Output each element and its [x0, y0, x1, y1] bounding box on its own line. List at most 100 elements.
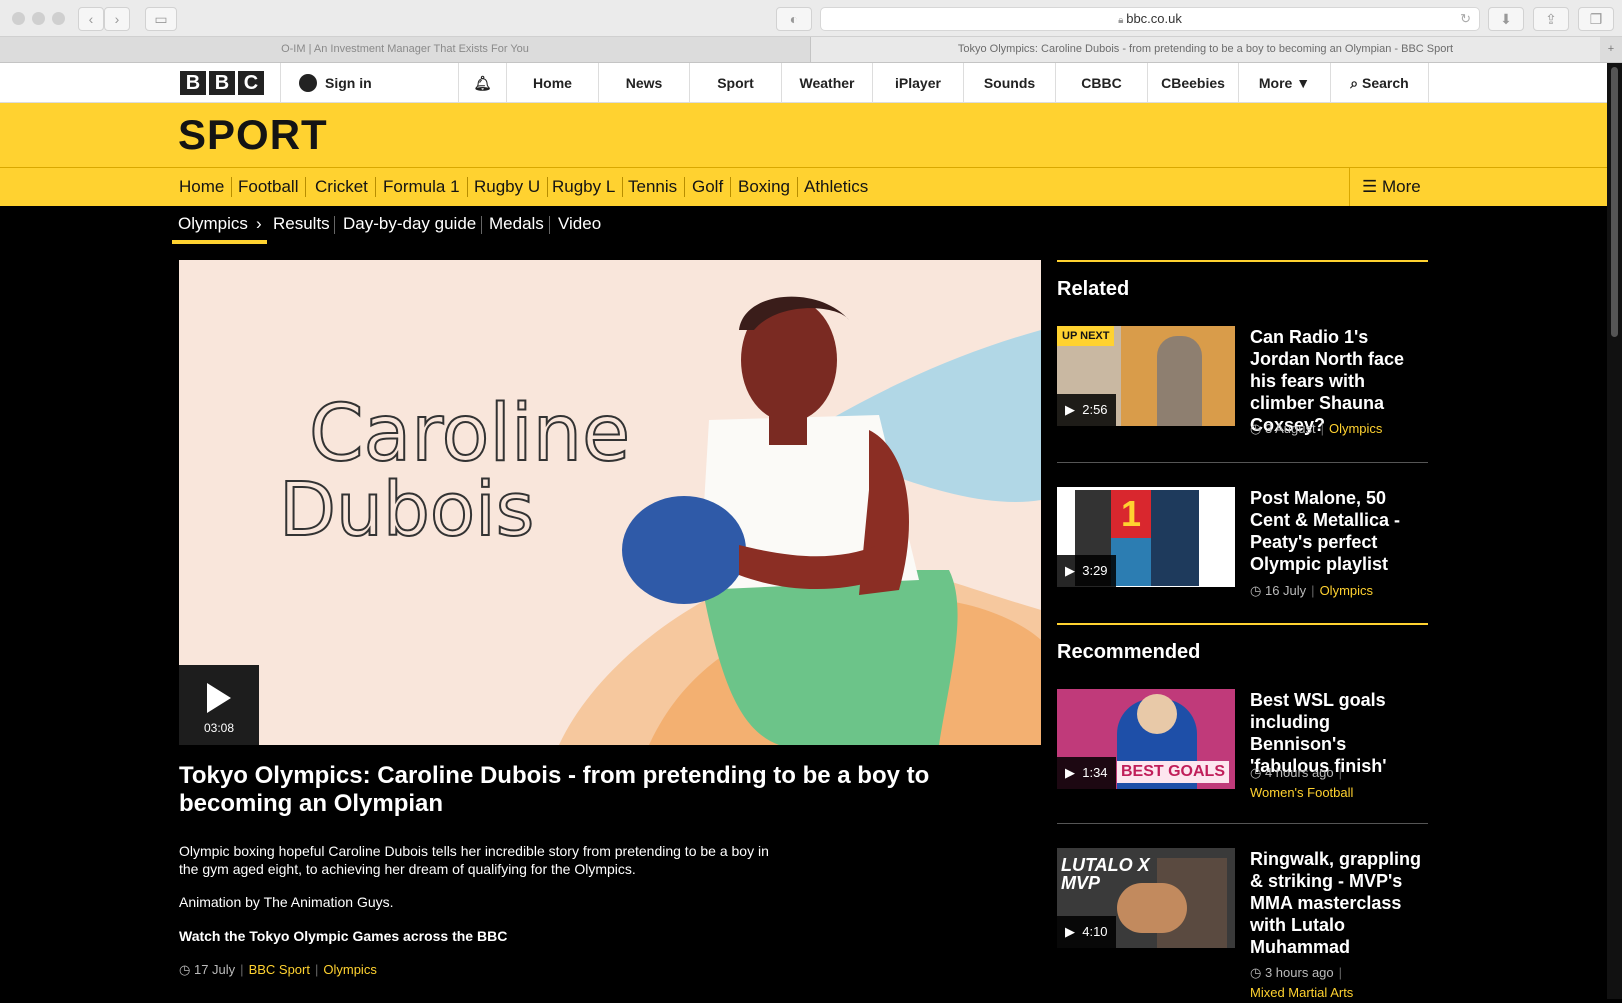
global-nav-cbbc[interactable]: CBBC: [1055, 63, 1147, 103]
clock-icon: ◷: [1250, 421, 1262, 436]
global-nav-iplayer[interactable]: iPlayer: [872, 63, 963, 103]
meta-tag[interactable]: Olympics: [1320, 583, 1373, 598]
duration-badge: ▶ 2:56: [1057, 394, 1116, 426]
sign-in-button[interactable]: Sign in: [280, 63, 458, 103]
article-meta: ◷ 17 July | BBC Sport | Olympics: [179, 962, 377, 977]
clock-icon: ◷: [1250, 765, 1262, 780]
recommended-thumb-1[interactable]: BEST GOALS ▶ 1:34: [1057, 689, 1235, 789]
sport-nav-rugby-league[interactable]: Rugby L: [545, 177, 624, 197]
meta-tag[interactable]: Mixed Martial Arts: [1250, 985, 1353, 1000]
global-nav-more[interactable]: More ▼: [1238, 63, 1330, 103]
section-divider: [1057, 623, 1428, 625]
url-text: bbc.co.uk: [1126, 11, 1182, 26]
subnav-medals[interactable]: Medals: [481, 214, 552, 234]
tab-label: Tokyo Olympics: Caroline Dubois - from p…: [957, 43, 1454, 55]
share-icon[interactable]: ⇪: [1533, 7, 1569, 31]
shield-icon[interactable]: ◐: [776, 7, 812, 31]
sport-nav: Home Football Cricket Formula 1 Rugby U …: [0, 168, 1607, 206]
global-nav-news[interactable]: News: [598, 63, 689, 103]
logo-letter: B: [180, 71, 206, 95]
related-heading: Related: [1057, 278, 1130, 300]
play-button[interactable]: 03:08: [179, 665, 259, 745]
reload-icon[interactable]: ↻: [1460, 8, 1471, 30]
sport-nav-tennis[interactable]: Tennis: [621, 177, 686, 197]
divider: [1057, 823, 1428, 824]
sport-nav-home[interactable]: Home: [172, 177, 233, 197]
bbc-logo[interactable]: B B C: [180, 71, 264, 95]
animation-credit: Animation by The Animation Guys.: [179, 894, 394, 910]
global-nav-home[interactable]: Home: [506, 63, 598, 103]
subnav-results[interactable]: Results: [265, 214, 338, 234]
minimize-window-icon[interactable]: [32, 12, 45, 25]
new-tab-icon[interactable]: +: [1600, 37, 1622, 62]
forward-icon[interactable]: ›: [104, 7, 130, 31]
clock-icon: ◷: [1250, 583, 1262, 598]
notifications-bell-icon[interactable]: 🔔︎: [458, 63, 506, 103]
meta-tag[interactable]: Olympics: [1329, 421, 1382, 436]
subnav-day-by-day[interactable]: Day-by-day guide: [335, 214, 484, 234]
sport-nav-football[interactable]: Football: [231, 177, 307, 197]
logo-letter: B: [209, 71, 235, 95]
meta-tag[interactable]: Women's Football: [1250, 785, 1353, 800]
duration-text: 1:34: [1082, 765, 1108, 780]
sport-nav-athletics[interactable]: Athletics: [797, 177, 875, 197]
play-icon: [207, 683, 231, 713]
active-subnav-indicator: [172, 240, 267, 244]
tabs-overview-icon[interactable]: ❐: [1578, 7, 1614, 31]
source-link[interactable]: BBC Sport: [249, 962, 310, 977]
divider: [1057, 462, 1428, 463]
sport-nav-rugby-union[interactable]: Rugby U: [467, 177, 549, 197]
duration-badge: ▶ 4:10: [1057, 916, 1116, 948]
related-title-1[interactable]: Can Radio 1's Jordan North face his fear…: [1250, 326, 1430, 436]
tab-bbc-sport[interactable]: Tokyo Olympics: Caroline Dubois - from p…: [810, 37, 1600, 62]
recommended-thumb-2[interactable]: LUTALO X MVP ▶ 4:10: [1057, 848, 1235, 948]
clock-icon: ◷: [179, 962, 191, 977]
browser-toolbar: ‹ › ▭ ◐ 🔒︎ bbc.co.uk ↻ ⬇ ⇪ ❐: [0, 0, 1622, 37]
search-button[interactable]: ⌕ Search: [1330, 63, 1429, 103]
global-nav-sport[interactable]: Sport: [689, 63, 781, 103]
related-title-2[interactable]: Post Malone, 50 Cent & Metallica - Peaty…: [1250, 487, 1430, 575]
related-thumb-1[interactable]: UP NEXT ▶ 2:56: [1057, 326, 1235, 426]
address-bar[interactable]: 🔒︎ bbc.co.uk ↻: [820, 7, 1480, 31]
duration-badge: ▶ 3:29: [1057, 555, 1116, 587]
watch-olympics-link[interactable]: Watch the Tokyo Olympic Games across the…: [179, 928, 507, 944]
recommended-title-2[interactable]: Ringwalk, grappling & striking - MVP's M…: [1250, 848, 1430, 958]
sport-nav-formula1[interactable]: Formula 1: [376, 177, 468, 197]
download-icon[interactable]: ⬇: [1488, 7, 1524, 31]
sport-nav-boxing[interactable]: Boxing: [731, 177, 798, 197]
sport-title[interactable]: SPORT: [178, 111, 328, 159]
thumbnail-image: [1137, 694, 1177, 734]
tab-label: O-IM | An Investment Manager That Exists…: [281, 43, 529, 55]
sport-nav-golf[interactable]: Golf: [685, 177, 732, 197]
menu-icon: ☰: [1362, 177, 1378, 196]
duration-text: 2:56: [1082, 402, 1108, 417]
page-scrollbar[interactable]: [1607, 63, 1622, 999]
more-label: More: [1258, 75, 1293, 91]
related-meta-1: ◷ 3 August | Olympics: [1250, 421, 1383, 436]
video-thumbnail-illustration: Caroline Dubois: [278, 296, 1041, 745]
main-video-player[interactable]: Caroline Dubois 03:08: [179, 260, 1041, 745]
meta-date: 16 July: [1264, 583, 1307, 598]
sport-nav-cricket[interactable]: Cricket: [308, 177, 376, 197]
meta-date: 3 hours ago: [1264, 965, 1334, 980]
meta-date: 3 August: [1264, 421, 1316, 436]
scrollbar-thumb[interactable]: [1611, 67, 1618, 337]
related-thumb-2[interactable]: 1 ▶ 3:29: [1057, 487, 1235, 587]
duration-text: 3:29: [1082, 563, 1108, 578]
recommended-meta-2: ◷ 3 hours ago | Mixed Martial Arts: [1250, 965, 1354, 1000]
back-icon[interactable]: ‹: [78, 7, 104, 31]
play-icon: ▶: [1065, 402, 1075, 417]
global-nav-sounds[interactable]: Sounds: [963, 63, 1055, 103]
global-nav-cbeebies[interactable]: CBeebies: [1147, 63, 1238, 103]
sidebar-toggle-icon[interactable]: ▭: [145, 7, 177, 31]
subnav-olympics[interactable]: Olympics: [170, 214, 256, 234]
subnav-video[interactable]: Video: [550, 214, 609, 234]
sport-nav-more[interactable]: ☰ More: [1349, 168, 1430, 206]
tab-oim[interactable]: O-IM | An Investment Manager That Exists…: [0, 37, 810, 62]
close-window-icon[interactable]: [12, 12, 25, 25]
tag-link[interactable]: Olympics: [323, 962, 376, 977]
bbc-global-nav: B B C Sign in 🔔︎ Home News Sport Weather…: [0, 63, 1607, 103]
thumbnail-image: [1157, 336, 1202, 426]
maximize-window-icon[interactable]: [52, 12, 65, 25]
global-nav-weather[interactable]: Weather: [781, 63, 872, 103]
